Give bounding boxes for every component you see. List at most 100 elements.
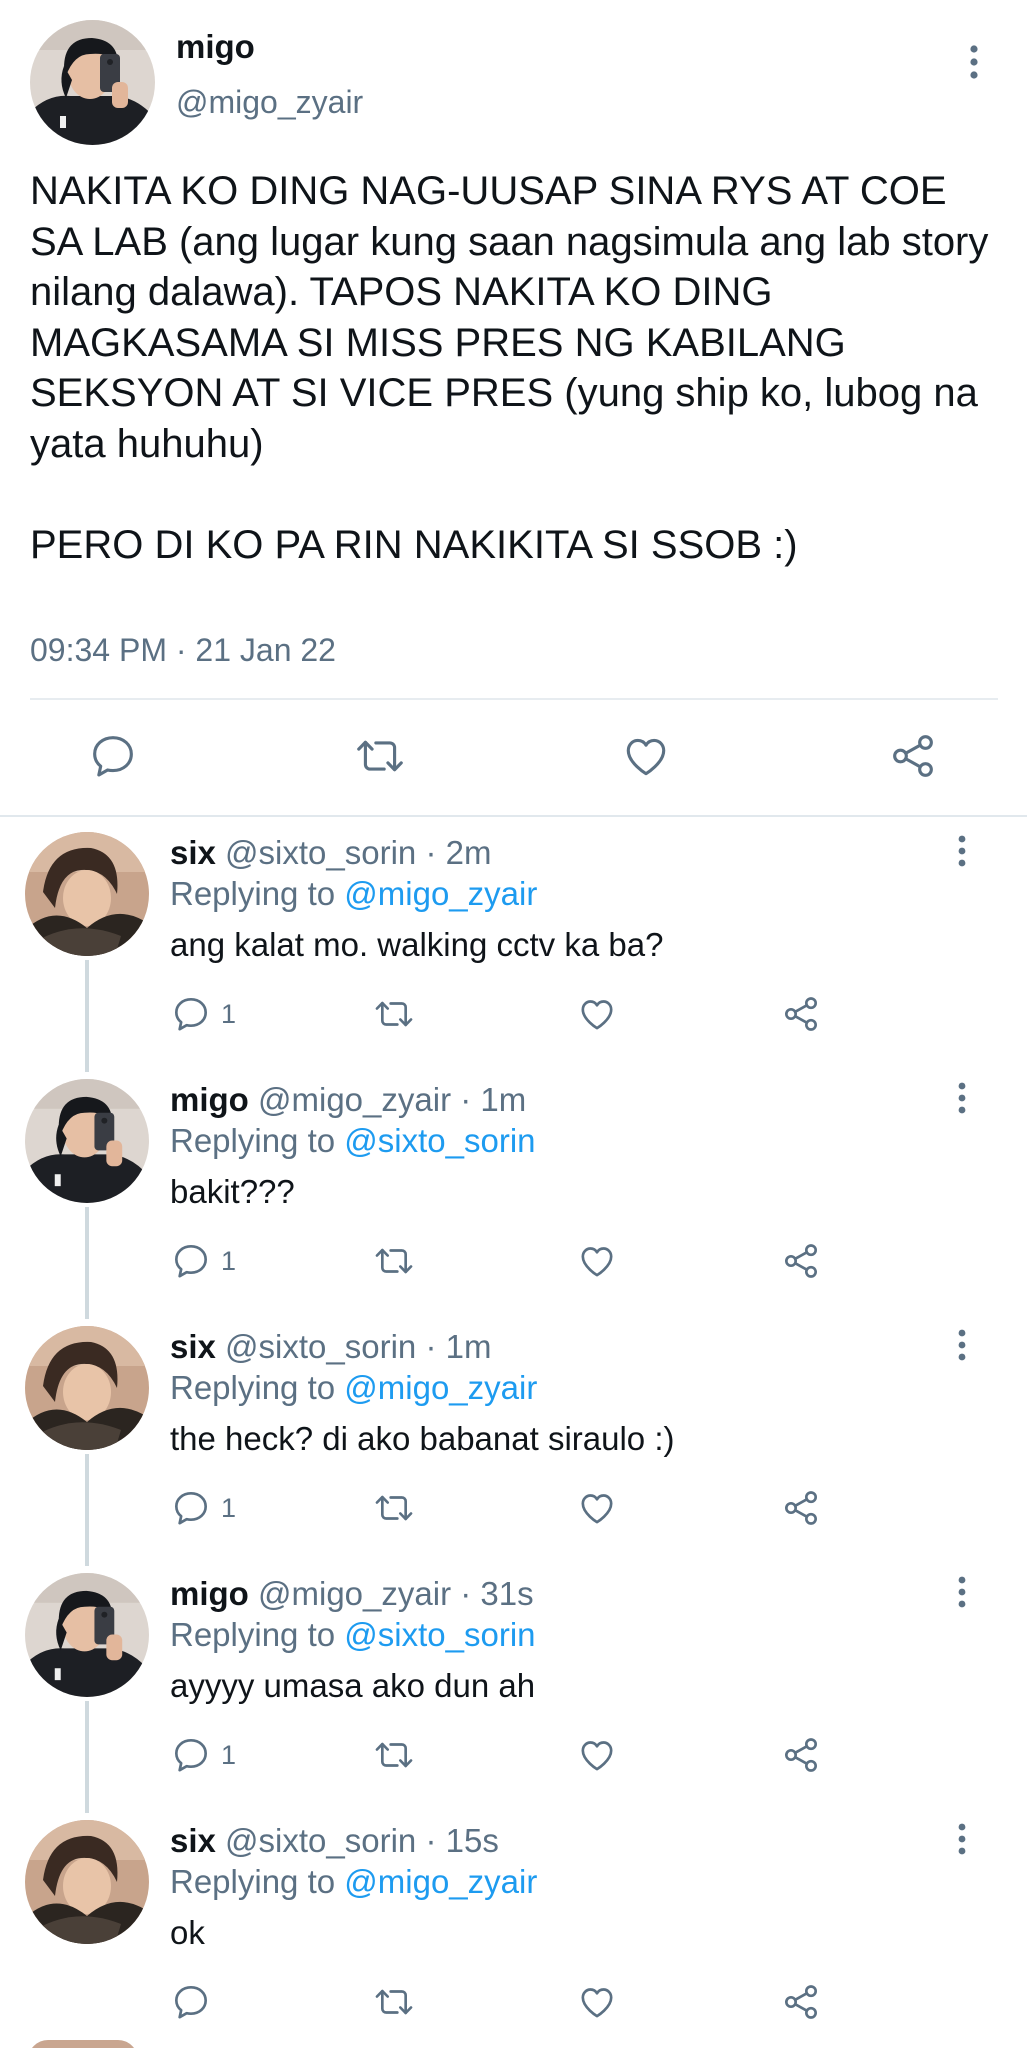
reply-time[interactable]: 2m <box>446 834 492 871</box>
mention-link[interactable]: @sixto_sorin <box>344 1122 535 1159</box>
mention-link[interactable]: @sixto_sorin <box>344 1616 535 1653</box>
retweet-icon[interactable] <box>374 1735 414 1775</box>
display-name[interactable]: migo <box>170 1575 249 1612</box>
share-icon[interactable] <box>781 994 821 1034</box>
like-icon[interactable] <box>577 1488 617 1528</box>
share-icon[interactable] <box>781 1735 821 1775</box>
like-icon[interactable] <box>577 1735 617 1775</box>
avatar[interactable] <box>28 2040 138 2048</box>
reply-icon[interactable] <box>171 1982 211 2022</box>
separator-dot: · <box>425 1822 437 1859</box>
avatar-photo-migo <box>25 1079 149 1203</box>
display-name[interactable]: six <box>170 1328 216 1365</box>
replying-to-label: Replying to <box>170 1369 336 1406</box>
replying-to-label: Replying to <box>170 1863 336 1900</box>
retweet-icon[interactable] <box>374 1982 414 2022</box>
tweet-paragraph: NAKITA KO DING NAG-UUSAP SINA RYS AT COE… <box>30 169 989 466</box>
reply-text: the heck? di ako babanat siraulo :) <box>170 1420 675 1457</box>
more-options-icon[interactable] <box>950 1079 974 1117</box>
replying-to-label: Replying to <box>170 1616 336 1653</box>
replying-to: Replying to @sixto_sorin <box>170 1122 536 1160</box>
reply-text: ang kalat mo. walking cctv ka ba? <box>170 926 664 963</box>
main-tweet: migo @migo_zyair NAKITA KO DING NAG-UUSA… <box>0 0 1027 816</box>
reply-item[interactable]: migo @migo_zyair · 1m Replying to @sixto… <box>0 1065 1027 1312</box>
more-options-icon[interactable] <box>950 1326 974 1364</box>
tweet-thread-page: migo @migo_zyair NAKITA KO DING NAG-UUSA… <box>0 0 1027 2048</box>
reply-item[interactable]: migo @migo_zyair · 31s Replying to @sixt… <box>0 1559 1027 1806</box>
display-name[interactable]: six <box>170 1822 216 1859</box>
reply-icon[interactable] <box>171 1241 211 1281</box>
user-handle[interactable]: @sixto_sorin <box>225 1328 416 1365</box>
reply-item[interactable]: six @sixto_sorin · 1m Replying to @migo_… <box>0 1312 1027 1559</box>
user-handle[interactable]: @migo_zyair <box>258 1575 451 1612</box>
more-options-icon[interactable] <box>950 1573 974 1611</box>
retweet-icon[interactable] <box>355 731 405 781</box>
avatar-photo-migo <box>25 1573 149 1697</box>
tweet-paragraph: PERO DI KO PA RIN NAKIKITA SI SSOB :) <box>30 522 798 567</box>
avatar-photo-migo <box>30 20 155 145</box>
reply-count: 1 <box>221 999 237 1029</box>
reply-header: six @sixto_sorin · 1m <box>170 1328 491 1366</box>
reply-icon[interactable] <box>171 1735 211 1775</box>
reply-header: six @sixto_sorin · 15s <box>170 1822 499 1860</box>
user-handle[interactable]: @migo_zyair <box>176 84 363 121</box>
reply-item[interactable]: six @sixto_sorin · 2m Replying to @migo_… <box>0 818 1027 1065</box>
replying-to: Replying to @sixto_sorin <box>170 1616 536 1654</box>
mention-link[interactable]: @migo_zyair <box>344 1369 537 1406</box>
retweet-icon[interactable] <box>374 1241 414 1281</box>
user-handle[interactable]: @migo_zyair <box>258 1081 451 1118</box>
divider <box>0 815 1027 817</box>
avatar-photo-six <box>25 1326 149 1450</box>
separator-dot: · <box>425 834 437 871</box>
separator-dot: · <box>460 1575 472 1612</box>
more-options-icon[interactable] <box>962 42 986 82</box>
reply-time[interactable]: 1m <box>446 1328 492 1365</box>
reply-text: ayyyy umasa ako dun ah <box>170 1667 536 1704</box>
reply-time[interactable]: 1m <box>480 1081 526 1118</box>
retweet-icon[interactable] <box>374 994 414 1034</box>
reply-header: six @sixto_sorin · 2m <box>170 834 491 872</box>
retweet-icon[interactable] <box>374 1488 414 1528</box>
divider <box>30 698 998 700</box>
like-icon[interactable] <box>577 1982 617 2022</box>
avatar[interactable] <box>25 1820 149 1944</box>
reply-header: migo @migo_zyair · 31s <box>170 1575 534 1613</box>
reply-time[interactable]: 31s <box>480 1575 533 1612</box>
reply-time[interactable]: 15s <box>446 1822 499 1859</box>
more-options-icon[interactable] <box>950 1820 974 1858</box>
replying-to-label: Replying to <box>170 1122 336 1159</box>
display-name[interactable]: migo <box>176 28 255 66</box>
like-icon[interactable] <box>577 994 617 1034</box>
like-icon[interactable] <box>577 1241 617 1281</box>
like-icon[interactable] <box>621 731 671 781</box>
mention-link[interactable]: @migo_zyair <box>344 1863 537 1900</box>
share-icon[interactable] <box>781 1241 821 1281</box>
reply-icon[interactable] <box>88 731 138 781</box>
mention-link[interactable]: @migo_zyair <box>344 875 537 912</box>
reply-icon[interactable] <box>171 994 211 1034</box>
avatar[interactable] <box>25 1326 149 1450</box>
avatar[interactable] <box>25 1573 149 1697</box>
reply-count: 1 <box>221 1740 237 1770</box>
reply-icon[interactable] <box>171 1488 211 1528</box>
share-icon[interactable] <box>781 1488 821 1528</box>
tweet-timestamp[interactable]: 09:34 PM · 21 Jan 22 <box>30 632 336 669</box>
share-icon[interactable] <box>781 1982 821 2022</box>
more-options-icon[interactable] <box>950 832 974 870</box>
avatar[interactable] <box>25 832 149 956</box>
avatar[interactable] <box>30 20 155 145</box>
replying-to-label: Replying to <box>170 875 336 912</box>
user-handle[interactable]: @sixto_sorin <box>225 834 416 871</box>
avatar[interactable] <box>25 1079 149 1203</box>
replying-to: Replying to @migo_zyair <box>170 1863 537 1901</box>
reply-item[interactable]: six @sixto_sorin · 15s Replying to @migo… <box>0 1806 1027 2048</box>
user-handle[interactable]: @sixto_sorin <box>225 1822 416 1859</box>
display-name[interactable]: six <box>170 834 216 871</box>
replying-to: Replying to @migo_zyair <box>170 1369 537 1407</box>
separator-dot: · <box>425 1328 437 1365</box>
share-icon[interactable] <box>888 731 938 781</box>
reply-count: 1 <box>221 1246 237 1276</box>
display-name[interactable]: migo <box>170 1081 249 1118</box>
reply-count: 1 <box>221 1493 237 1523</box>
avatar-photo-six <box>25 832 149 956</box>
